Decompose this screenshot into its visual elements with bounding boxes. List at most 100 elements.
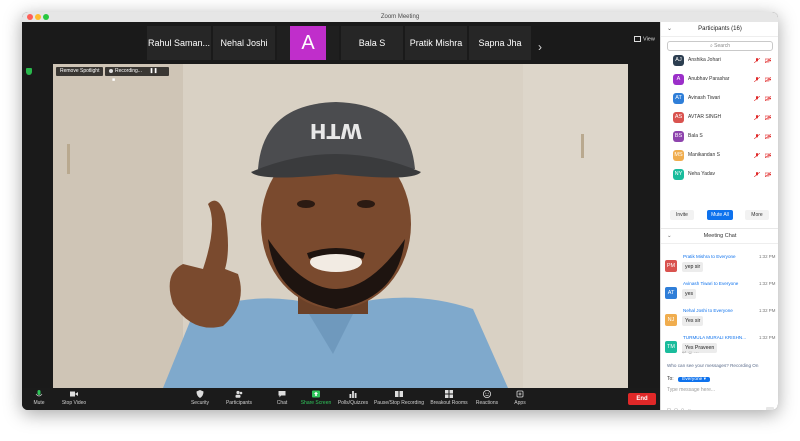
chat-bubble-icon xyxy=(278,391,286,398)
apps-button[interactable]: Apps xyxy=(510,390,530,408)
pause-recording-icon[interactable]: ❚❚ xyxy=(149,68,157,74)
muted-mic-icon[interactable] xyxy=(754,153,760,158)
reactions-button[interactable]: Reactions xyxy=(474,390,500,408)
participant-row[interactable]: AS AVTAR SINGH xyxy=(661,109,778,128)
avatar: AS xyxy=(673,112,684,123)
video-off-icon[interactable] xyxy=(765,115,771,120)
participant-row[interactable]: NY Neha Yadav xyxy=(661,166,778,185)
muted-mic-icon[interactable] xyxy=(754,58,760,63)
to-label: To: xyxy=(667,376,674,382)
video-off-icon[interactable] xyxy=(765,58,771,63)
participant-row[interactable]: BS Bala S xyxy=(661,128,778,147)
thumbnail-participant[interactable]: Bala S xyxy=(341,26,403,60)
apps-icon xyxy=(516,390,524,398)
security-button[interactable]: Security xyxy=(188,390,212,408)
stop-video-button[interactable]: Stop Video xyxy=(58,390,90,408)
muted-mic-icon[interactable] xyxy=(754,77,760,82)
view-icon xyxy=(634,36,641,42)
add-reaction-icon[interactable]: ☺ xyxy=(688,350,693,356)
end-meeting-button[interactable]: End xyxy=(628,393,656,405)
video-off-icon[interactable] xyxy=(765,96,771,101)
sender-name[interactable]: Avinash Tiwari xyxy=(683,281,713,286)
sender-name[interactable]: TURMULA MURALI KRISHN... xyxy=(683,335,746,340)
apps-label: Apps xyxy=(514,400,526,406)
avatar: AJ xyxy=(673,55,684,66)
participant-name: Anubhav Parashar xyxy=(688,76,730,82)
screenshot-icon[interactable]: ▢ xyxy=(674,408,679,410)
recipient-dropdown[interactable]: Everyone ▾ xyxy=(678,377,711,382)
participants-header: ⌄ Participants (16) xyxy=(661,22,778,37)
stop-recording-icon[interactable]: ■ xyxy=(112,77,115,83)
sender-name[interactable]: Pratik Mishra xyxy=(683,254,710,259)
more-button[interactable]: More xyxy=(745,210,769,220)
thumbnail-participant[interactable]: A xyxy=(277,26,339,60)
avatar: BS xyxy=(673,131,684,142)
participant-list: AJ Anshika Johari A Anubhav Parashar AT … xyxy=(661,52,778,204)
side-panel: ⌄ Participants (16) ⌕ Search AJ Anshika … xyxy=(660,22,778,410)
mute-label: Mute xyxy=(33,400,45,406)
collapse-chevron-icon[interactable]: ⌄ xyxy=(667,22,672,36)
participants-label: Participants xyxy=(225,400,253,406)
video-off-icon[interactable] xyxy=(765,172,771,177)
thumbnail-participant[interactable]: Sapna Jha xyxy=(469,26,531,60)
recording-dot-icon xyxy=(109,68,113,73)
muted-mic-icon[interactable] xyxy=(754,172,760,177)
encryption-shield-icon[interactable] xyxy=(26,68,32,75)
muted-mic-icon[interactable] xyxy=(754,115,760,120)
chat-button[interactable]: Chat xyxy=(272,390,292,408)
chat-time: 1:32 PM xyxy=(759,254,776,259)
file-icon[interactable]: ▯ xyxy=(681,408,684,410)
chat-input-tools: ▽ ▢ ▯ ☺ ⋯ xyxy=(667,408,700,410)
chat-sender: Pratik Mishra to Everyone xyxy=(683,254,736,259)
polls-button[interactable]: Polls/Quizzes xyxy=(337,390,369,408)
chat-label: Chat xyxy=(276,400,288,406)
participant-search-input[interactable]: ⌕ Search xyxy=(667,41,773,51)
smiley-icon xyxy=(483,390,491,398)
emoji-icon[interactable]: ☺ xyxy=(687,408,692,410)
participant-row[interactable]: A Anubhav Parashar xyxy=(661,71,778,90)
breakout-rooms-button[interactable]: Breakout Rooms xyxy=(430,390,468,408)
send-button[interactable] xyxy=(766,407,774,410)
next-page-icon[interactable]: › xyxy=(534,40,546,54)
participant-row[interactable]: AT Avinash Tiwari xyxy=(661,90,778,109)
window-title: Zoom Meeting xyxy=(380,14,420,20)
reply-icon[interactable]: ↩ xyxy=(682,350,686,356)
mute-button[interactable]: Mute xyxy=(28,390,50,408)
who-can-see-link[interactable]: Who can see your messages? Recording On xyxy=(667,363,758,368)
video-off-icon[interactable] xyxy=(765,134,771,139)
muted-mic-icon[interactable] xyxy=(754,134,760,139)
muted-mic-icon[interactable] xyxy=(754,96,760,101)
participant-name: Avinash Tiwari xyxy=(688,95,721,101)
chat-time: 1:32 PM xyxy=(759,335,776,340)
participant-name: Bala S xyxy=(688,133,703,139)
participants-button[interactable]: Participants xyxy=(224,390,254,408)
more-options-icon[interactable]: ⋯ xyxy=(694,350,699,356)
sender-name[interactable]: Nehal Joshi xyxy=(683,308,707,313)
thumbnail-participant[interactable]: Pratik Mishra xyxy=(405,26,467,60)
pause-recording-button[interactable]: Pause/Stop Recording xyxy=(373,390,425,408)
recipient-value: Everyone xyxy=(682,377,703,382)
video-off-icon[interactable] xyxy=(765,77,771,82)
share-screen-button[interactable]: Share Screen xyxy=(300,390,332,408)
format-icon[interactable]: ▽ xyxy=(667,408,671,410)
svg-text:WTH: WTH xyxy=(310,119,362,143)
chat-text: yes xyxy=(682,289,697,299)
thumbnail-participant[interactable]: Rahul Saman... xyxy=(147,26,211,60)
recipient: to Everyone xyxy=(713,281,739,286)
speaker-video-image: WTH xyxy=(53,64,628,388)
participant-row[interactable]: AJ Anshika Johari xyxy=(661,52,778,71)
avatar: A xyxy=(673,74,684,85)
chat-message-input[interactable]: Type message here... xyxy=(667,387,715,393)
mute-all-button[interactable]: Mute All xyxy=(707,210,733,220)
remove-spotlight-button[interactable]: Remove Spotlight xyxy=(56,67,104,76)
view-button[interactable]: View xyxy=(634,36,655,42)
video-off-icon[interactable] xyxy=(765,153,771,158)
collapse-chevron-icon[interactable]: ⌄ xyxy=(667,229,672,243)
invite-button[interactable]: Invite xyxy=(670,210,694,220)
stop-video-label: Stop Video xyxy=(61,400,87,406)
speaker-video: WTH Remove Spotlight Recording... ❚❚ ■ xyxy=(53,64,628,388)
avatar: PM xyxy=(665,260,677,272)
more-icon[interactable]: ⋯ xyxy=(695,408,700,410)
participant-row[interactable]: MS Manikandan S xyxy=(661,147,778,166)
thumbnail-participant[interactable]: Nehal Joshi xyxy=(213,26,275,60)
